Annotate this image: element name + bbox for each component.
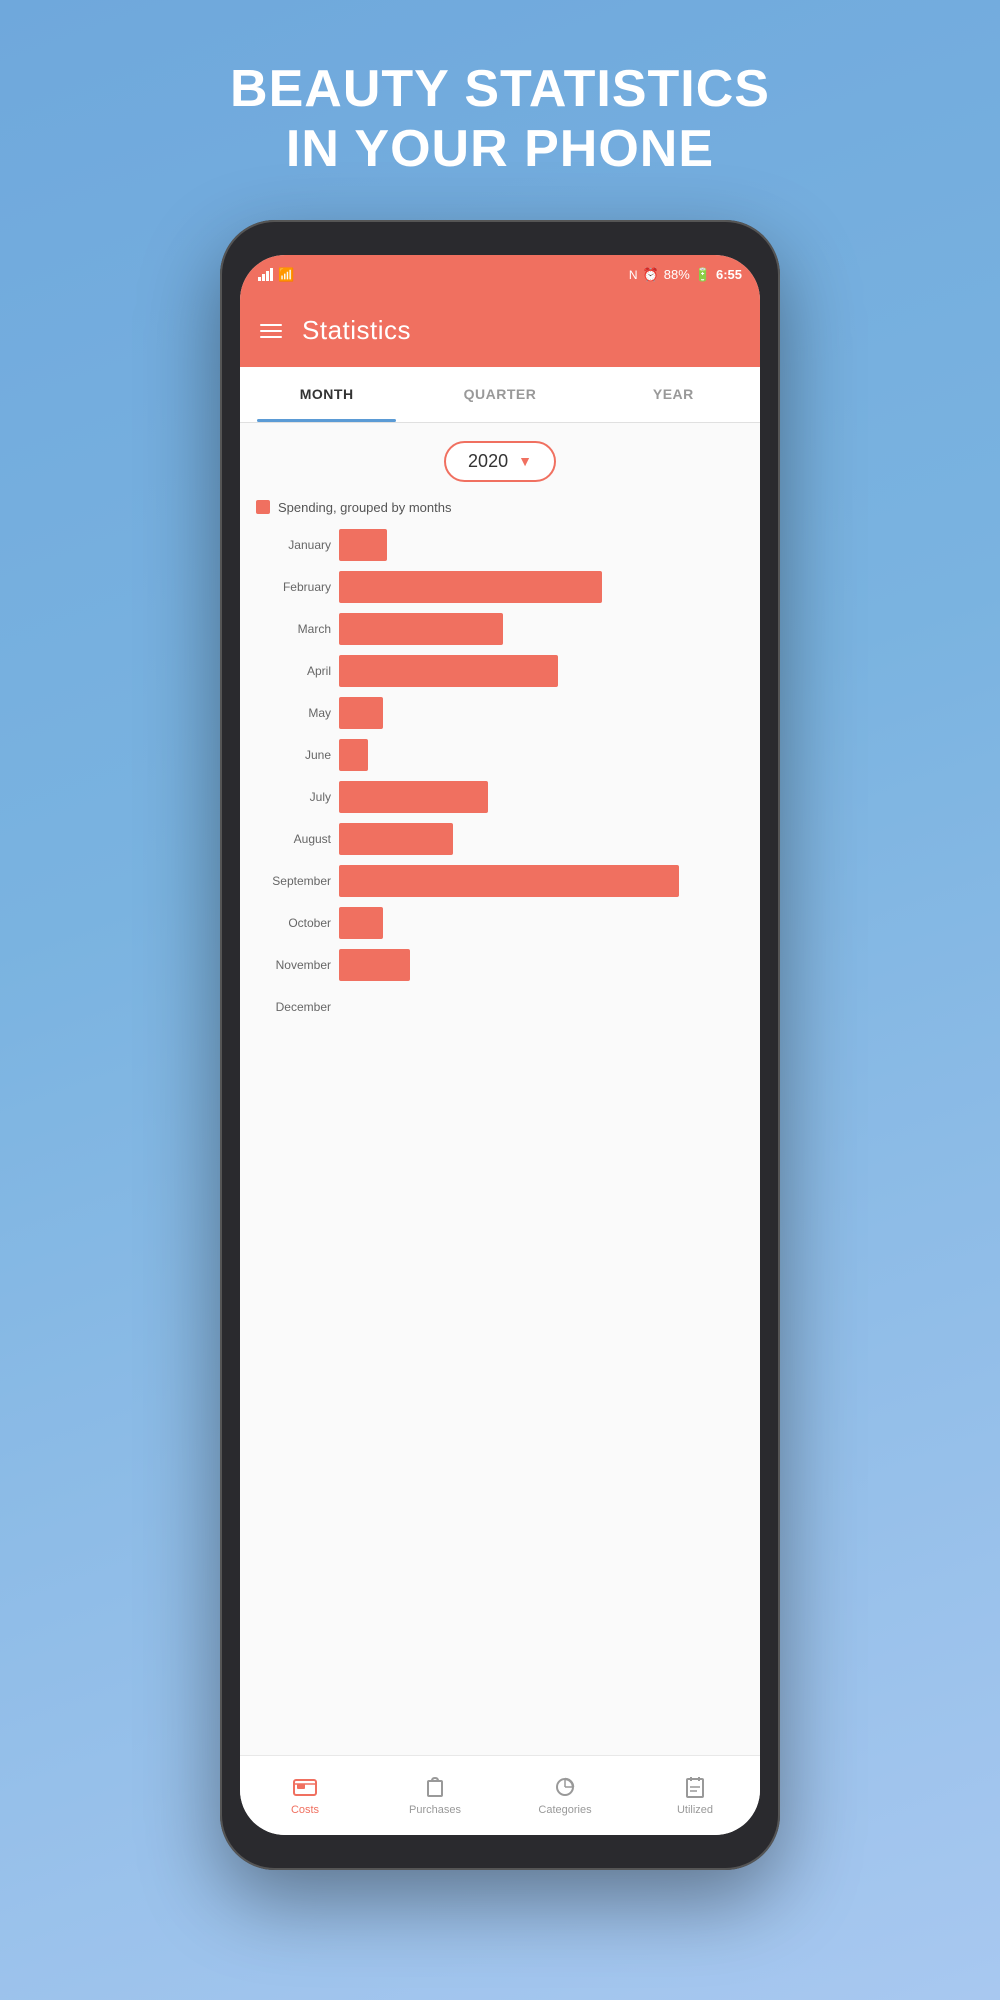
signal-icon bbox=[258, 268, 273, 281]
chart-legend: Spending, grouped by months bbox=[256, 500, 744, 515]
status-left: 📶 bbox=[258, 267, 294, 283]
nav-utilized[interactable]: Utilized bbox=[630, 1756, 760, 1835]
chart-area: Spending, grouped by months January 55 Feb… bbox=[240, 492, 760, 1755]
bar-fill bbox=[339, 529, 387, 561]
app-header: Statistics bbox=[240, 295, 760, 367]
wifi-icon: 📶 bbox=[278, 267, 294, 283]
tab-month[interactable]: MONTH bbox=[240, 367, 413, 422]
year-dropdown[interactable]: 2020 ▼ bbox=[444, 441, 556, 482]
bar-fill bbox=[339, 697, 383, 729]
nfc-icon: N bbox=[629, 268, 638, 282]
menu-icon[interactable] bbox=[260, 324, 282, 338]
bar-month-label: December bbox=[256, 1000, 331, 1014]
bar-fill bbox=[339, 781, 488, 813]
bar-row: October 50 bbox=[256, 905, 744, 941]
bar-row: March 188 bbox=[256, 611, 744, 647]
costs-icon bbox=[292, 1774, 318, 1800]
bar-fill bbox=[339, 739, 368, 771]
bar-row: July 170 bbox=[256, 779, 744, 815]
hamburger-line bbox=[260, 330, 282, 332]
bar-container: 50 bbox=[339, 905, 744, 941]
bar-row: September 389 bbox=[256, 863, 744, 899]
bar-month-label: February bbox=[256, 580, 331, 594]
tab-bar: MONTH QUARTER YEAR bbox=[240, 367, 760, 423]
bar-fill bbox=[339, 907, 383, 939]
bar-container: 250 bbox=[339, 653, 744, 689]
bar-container: 81 bbox=[339, 947, 744, 983]
bar-month-label: September bbox=[256, 874, 331, 888]
bar-month-label: July bbox=[256, 790, 331, 804]
legend-label: Spending, grouped by months bbox=[278, 500, 451, 515]
bar-fill bbox=[339, 613, 503, 645]
bar-row: December 0 bbox=[256, 989, 744, 1025]
nav-categories[interactable]: Categories bbox=[500, 1756, 630, 1835]
bar-row: January 55 bbox=[256, 527, 744, 563]
bar-fill bbox=[339, 865, 679, 897]
bar-row: November 81 bbox=[256, 947, 744, 983]
status-right: N ⏰ 88% 🔋 6:55 bbox=[629, 267, 742, 283]
nav-costs[interactable]: Costs bbox=[240, 1756, 370, 1835]
battery-percent: 88% bbox=[664, 267, 690, 282]
bar-month-label: June bbox=[256, 748, 331, 762]
phone-mockup: 📶 N ⏰ 88% 🔋 6:55 Statistics MONTH bbox=[220, 220, 780, 1870]
hero-heading: BEAUTY STATISTICS IN YOUR PHONE bbox=[230, 60, 770, 180]
tab-quarter[interactable]: QUARTER bbox=[413, 367, 586, 422]
bar-fill bbox=[339, 655, 558, 687]
purchases-icon bbox=[422, 1774, 448, 1800]
bar-fill bbox=[339, 949, 410, 981]
utilized-icon bbox=[682, 1774, 708, 1800]
categories-icon bbox=[552, 1774, 578, 1800]
bar-container: 170 bbox=[339, 779, 744, 815]
phone-screen: 📶 N ⏰ 88% 🔋 6:55 Statistics MONTH bbox=[240, 255, 760, 1835]
alarm-icon: ⏰ bbox=[643, 267, 659, 283]
bar-row: April 250 bbox=[256, 653, 744, 689]
battery-icon: 🔋 bbox=[695, 267, 711, 283]
bar-container: 0 bbox=[339, 989, 744, 1025]
nav-categories-label: Categories bbox=[538, 1804, 591, 1816]
bar-row: May 50 bbox=[256, 695, 744, 731]
bar-container: 50 bbox=[339, 695, 744, 731]
year-value: 2020 bbox=[468, 451, 508, 472]
bar-row: February 301 bbox=[256, 569, 744, 605]
clock: 6:55 bbox=[716, 267, 742, 282]
bar-container: 33 bbox=[339, 737, 744, 773]
tab-year[interactable]: YEAR bbox=[587, 367, 760, 422]
bar-month-label: November bbox=[256, 958, 331, 972]
bar-month-label: March bbox=[256, 622, 331, 636]
bar-container: 55 bbox=[339, 527, 744, 563]
bar-month-label: May bbox=[256, 706, 331, 720]
bar-month-label: January bbox=[256, 538, 331, 552]
chevron-down-icon: ▼ bbox=[518, 453, 532, 469]
hero-line1: BEAUTY STATISTICS bbox=[230, 60, 770, 120]
bar-row: August 131 bbox=[256, 821, 744, 857]
main-content: 2020 ▼ Spending, grouped by months Janua… bbox=[240, 423, 760, 1755]
bottom-nav: Costs Purchases bbox=[240, 1755, 760, 1835]
nav-utilized-label: Utilized bbox=[677, 1804, 713, 1816]
bar-container: 301 bbox=[339, 569, 744, 605]
hamburger-line bbox=[260, 324, 282, 326]
hamburger-line bbox=[260, 336, 282, 338]
legend-color-swatch bbox=[256, 500, 270, 514]
app-title: Statistics bbox=[302, 315, 411, 346]
bar-chart: January 55 February 301 March 188 April 250 May 5… bbox=[256, 527, 744, 1755]
year-selector-wrap: 2020 ▼ bbox=[240, 423, 760, 492]
bar-month-label: April bbox=[256, 664, 331, 678]
bar-fill bbox=[339, 823, 453, 855]
bar-fill bbox=[339, 571, 602, 603]
hero-line2: IN YOUR PHONE bbox=[230, 120, 770, 180]
bar-container: 188 bbox=[339, 611, 744, 647]
bar-month-label: August bbox=[256, 832, 331, 846]
nav-purchases[interactable]: Purchases bbox=[370, 1756, 500, 1835]
bar-container: 131 bbox=[339, 821, 744, 857]
status-bar: 📶 N ⏰ 88% 🔋 6:55 bbox=[240, 255, 760, 295]
bar-container: 389 bbox=[339, 863, 744, 899]
bar-month-label: October bbox=[256, 916, 331, 930]
nav-costs-label: Costs bbox=[291, 1804, 319, 1816]
nav-purchases-label: Purchases bbox=[409, 1804, 461, 1816]
bar-row: June 33 bbox=[256, 737, 744, 773]
